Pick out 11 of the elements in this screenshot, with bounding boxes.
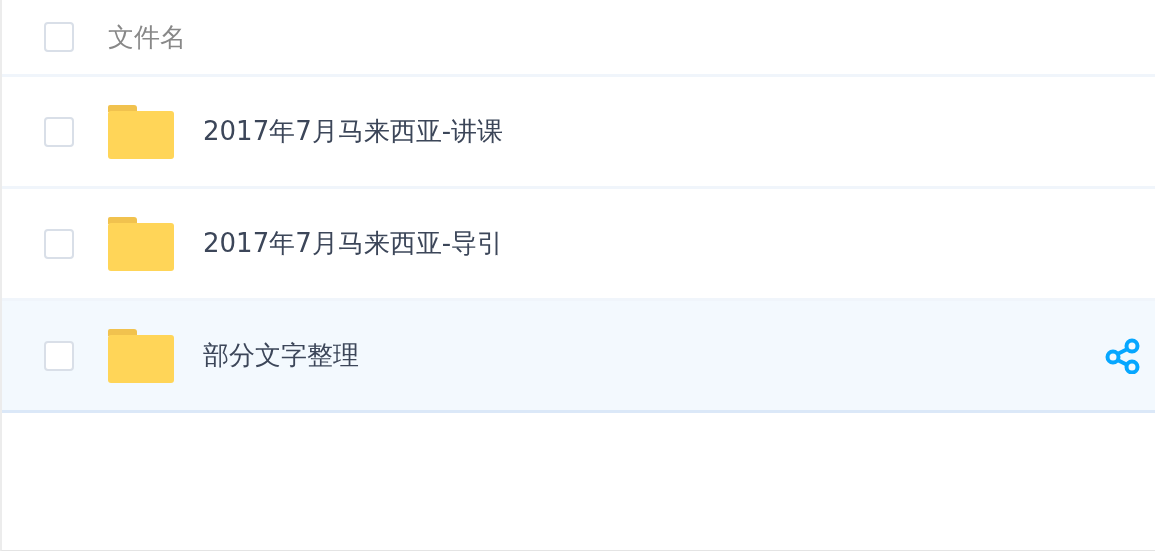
column-header: 文件名 — [108, 20, 186, 54]
checkbox[interactable] — [44, 116, 74, 147]
checkbox[interactable] — [44, 22, 74, 52]
file-name[interactable]: 2017年7月马来西亚-讲课 — [203, 114, 1141, 149]
checkbox[interactable] — [44, 228, 74, 259]
folder-icon — [108, 216, 174, 271]
share-icon[interactable] — [1105, 337, 1141, 374]
folder-icon — [108, 104, 174, 159]
folder-icon — [108, 328, 174, 383]
checkbox[interactable] — [44, 340, 74, 371]
file-name[interactable]: 2017年7月马来西亚-导引 — [203, 226, 1141, 261]
